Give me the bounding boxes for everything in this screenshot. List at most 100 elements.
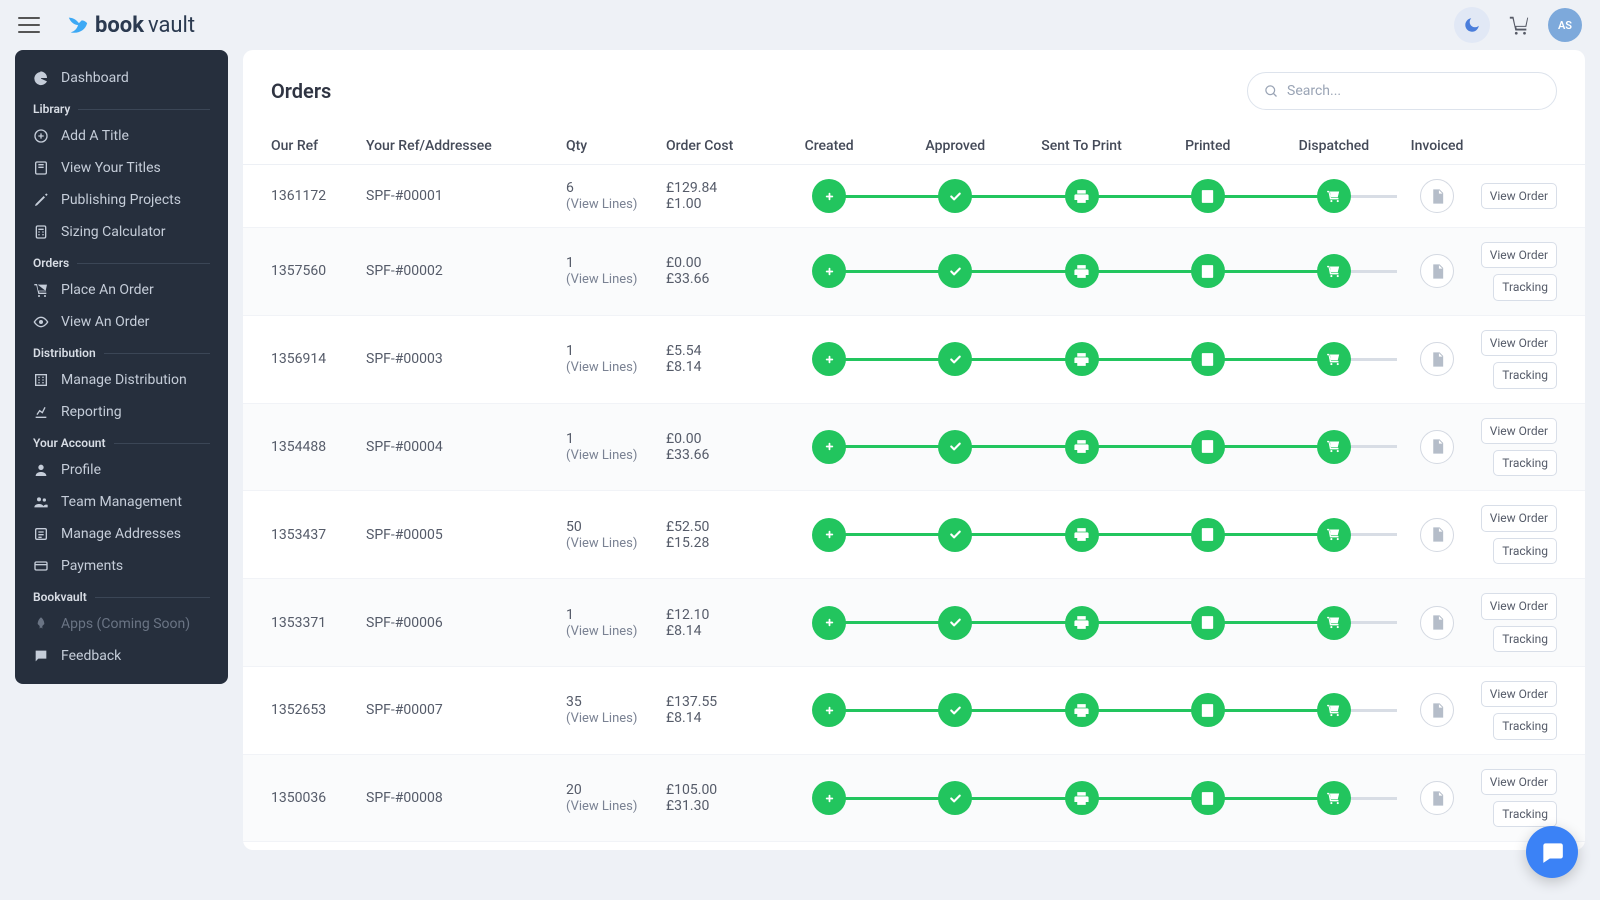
table-row: 1354488 SPF-#00004 1(View Lines) £0.00£3… bbox=[243, 404, 1585, 492]
book-icon bbox=[33, 160, 49, 176]
tracking-button[interactable]: Tracking bbox=[1493, 538, 1557, 564]
status-printed-icon bbox=[1191, 606, 1225, 640]
view-lines-link[interactable]: (View Lines) bbox=[566, 711, 637, 726]
table-row: 1353371 SPF-#00006 1(View Lines) £12.10£… bbox=[243, 579, 1585, 667]
search-input[interactable] bbox=[1287, 83, 1540, 99]
view-lines-link[interactable]: (View Lines) bbox=[566, 272, 637, 287]
cart-icon[interactable] bbox=[1508, 14, 1530, 36]
status-created-icon bbox=[812, 254, 846, 288]
cell-your-ref: SPF-#00002 bbox=[366, 263, 566, 279]
view-lines-link[interactable]: (View Lines) bbox=[566, 624, 637, 639]
cell-your-ref: SPF-#00006 bbox=[366, 615, 566, 631]
view-lines-link[interactable]: (View Lines) bbox=[566, 197, 637, 212]
tracking-button[interactable]: Tracking bbox=[1493, 801, 1557, 827]
cell-our-ref: 1357560 bbox=[271, 263, 366, 279]
calculator-icon bbox=[33, 224, 49, 240]
view-order-button[interactable]: View Order bbox=[1481, 681, 1557, 707]
sidebar-sizing[interactable]: Sizing Calculator bbox=[15, 216, 228, 248]
status-approved-icon bbox=[938, 254, 972, 288]
status-approved-icon bbox=[938, 781, 972, 815]
view-order-button[interactable]: View Order bbox=[1481, 593, 1557, 619]
cell-qty: 1(View Lines) bbox=[566, 607, 666, 639]
sidebar-view-order[interactable]: View An Order bbox=[15, 306, 228, 338]
cell-your-ref: SPF-#00003 bbox=[366, 351, 566, 367]
view-order-button[interactable]: View Order bbox=[1481, 330, 1557, 356]
status-printed-icon bbox=[1191, 430, 1225, 464]
view-order-button[interactable]: View Order bbox=[1481, 505, 1557, 531]
menu-toggle[interactable] bbox=[18, 17, 40, 33]
orders-card: Orders Our Ref Your Ref/Addressee Qty Or… bbox=[243, 50, 1585, 850]
status-print-icon bbox=[1065, 693, 1099, 727]
status-invoiced-icon bbox=[1420, 606, 1454, 640]
brand-name-2: vault bbox=[148, 13, 195, 38]
search-box[interactable] bbox=[1247, 72, 1557, 110]
cell-cost: £52.50£15.28 bbox=[666, 519, 766, 551]
brand-logo[interactable]: bookvault bbox=[65, 13, 195, 38]
sidebar-apps: Apps (Coming Soon) bbox=[15, 608, 228, 640]
cell-qty: 35(View Lines) bbox=[566, 694, 666, 726]
sidebar: Dashboard Library Add A Title View Your … bbox=[15, 50, 228, 684]
sidebar-dashboard[interactable]: Dashboard bbox=[15, 62, 228, 94]
building-icon bbox=[33, 372, 49, 388]
status-dispatched-icon bbox=[1317, 179, 1351, 213]
sidebar-publishing[interactable]: Publishing Projects bbox=[15, 184, 228, 216]
status-dispatched-icon bbox=[1317, 342, 1351, 376]
sidebar-add-title[interactable]: Add A Title bbox=[15, 120, 228, 152]
sidebar-profile[interactable]: Profile bbox=[15, 454, 228, 486]
pie-icon bbox=[33, 70, 49, 86]
cell-cost: £5.54£8.14 bbox=[666, 343, 766, 375]
pen-icon bbox=[33, 192, 49, 208]
cell-qty: 1(View Lines) bbox=[566, 431, 666, 463]
theme-toggle[interactable] bbox=[1454, 7, 1490, 43]
status-printed-icon bbox=[1191, 254, 1225, 288]
view-order-button[interactable]: View Order bbox=[1481, 418, 1557, 444]
status-approved-icon bbox=[938, 342, 972, 376]
status-approved-icon bbox=[938, 518, 972, 552]
search-icon bbox=[1264, 84, 1279, 99]
status-approved-icon bbox=[938, 430, 972, 464]
cell-your-ref: SPF-#00008 bbox=[366, 790, 566, 806]
cell-qty: 1(View Lines) bbox=[566, 255, 666, 287]
tracking-button[interactable]: Tracking bbox=[1493, 626, 1557, 652]
bird-icon bbox=[65, 14, 91, 36]
status-invoiced-icon bbox=[1420, 430, 1454, 464]
view-order-button[interactable]: View Order bbox=[1481, 769, 1557, 795]
address-icon bbox=[33, 526, 49, 542]
tracking-button[interactable]: Tracking bbox=[1493, 713, 1557, 739]
sidebar-place-order[interactable]: Place An Order bbox=[15, 274, 228, 306]
view-order-button[interactable]: View Order bbox=[1481, 183, 1557, 209]
cell-cost: £0.00£33.66 bbox=[666, 255, 766, 287]
view-lines-link[interactable]: (View Lines) bbox=[566, 536, 637, 551]
status-created-icon bbox=[812, 781, 846, 815]
plus-circle-icon bbox=[33, 128, 49, 144]
tracking-button[interactable]: Tracking bbox=[1493, 274, 1557, 300]
view-lines-link[interactable]: (View Lines) bbox=[566, 799, 637, 814]
sidebar-team[interactable]: Team Management bbox=[15, 486, 228, 518]
cell-qty: 20(View Lines) bbox=[566, 782, 666, 814]
cell-your-ref: SPF-#00005 bbox=[366, 527, 566, 543]
cell-cost: £137.55£8.14 bbox=[666, 694, 766, 726]
status-dispatched-icon bbox=[1317, 254, 1351, 288]
status-dispatched-icon bbox=[1317, 606, 1351, 640]
cell-our-ref: 1356914 bbox=[271, 351, 366, 367]
cell-our-ref: 1352653 bbox=[271, 702, 366, 718]
sidebar-payments[interactable]: Payments bbox=[15, 550, 228, 582]
cell-cost: £0.00£33.66 bbox=[666, 431, 766, 463]
view-order-button[interactable]: View Order bbox=[1481, 242, 1557, 268]
view-lines-link[interactable]: (View Lines) bbox=[566, 360, 637, 375]
moon-icon bbox=[1463, 16, 1481, 34]
chat-widget[interactable] bbox=[1526, 826, 1578, 878]
status-printed-icon bbox=[1191, 179, 1225, 213]
tracking-button[interactable]: Tracking bbox=[1493, 362, 1557, 388]
tracking-button[interactable]: Tracking bbox=[1493, 450, 1557, 476]
status-created-icon bbox=[812, 518, 846, 552]
status-dispatched-icon bbox=[1317, 693, 1351, 727]
sidebar-view-titles[interactable]: View Your Titles bbox=[15, 152, 228, 184]
view-lines-link[interactable]: (View Lines) bbox=[566, 448, 637, 463]
page-title: Orders bbox=[271, 79, 331, 103]
sidebar-reporting[interactable]: Reporting bbox=[15, 396, 228, 428]
sidebar-addresses[interactable]: Manage Addresses bbox=[15, 518, 228, 550]
sidebar-feedback[interactable]: Feedback bbox=[15, 640, 228, 672]
user-avatar[interactable]: AS bbox=[1548, 8, 1582, 42]
sidebar-manage-dist[interactable]: Manage Distribution bbox=[15, 364, 228, 396]
